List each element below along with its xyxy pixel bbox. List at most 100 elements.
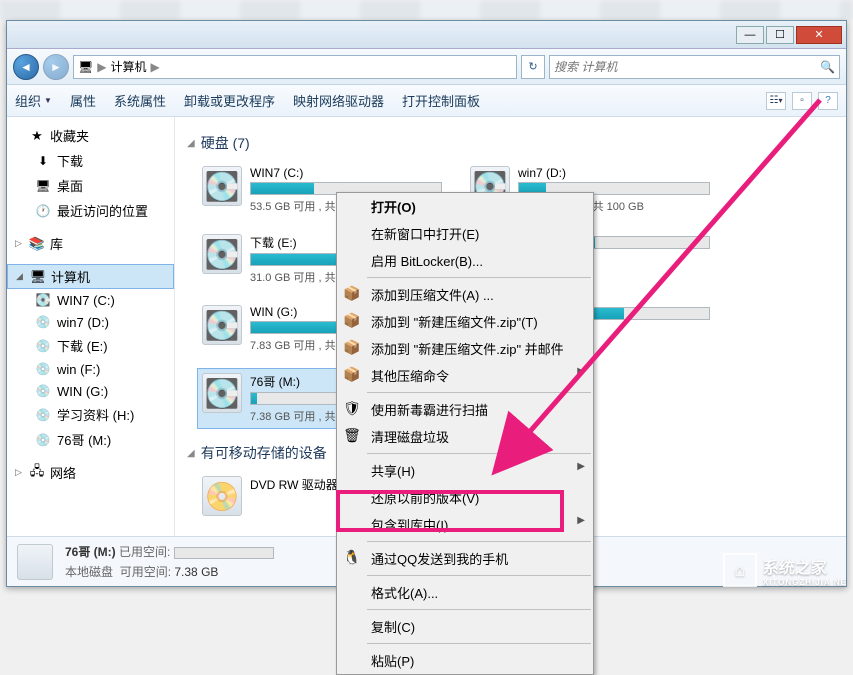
context-menu-separator bbox=[367, 541, 591, 542]
menu-item-label: 打开(O) bbox=[371, 200, 416, 215]
context-menu-item[interactable]: 包含到库中(I) ▶ bbox=[337, 511, 593, 538]
menu-item-label: 还原以前的版本(V) bbox=[371, 491, 479, 506]
sidebar-item-drive-e[interactable]: 💿下载 (E:) bbox=[7, 333, 174, 358]
context-menu-item[interactable]: 打开(O) bbox=[337, 193, 593, 220]
context-menu-item[interactable]: 📦 添加到 "新建压缩文件.zip"(T) bbox=[337, 308, 593, 335]
menu-item-label: 添加到压缩文件(A) ... bbox=[371, 288, 494, 303]
menu-item-label: 粘贴(P) bbox=[371, 654, 414, 669]
toolbar-uninstall[interactable]: 卸载或更改程序 bbox=[184, 91, 275, 110]
context-menu-item[interactable]: 🛡 使用新毒霸进行扫描 bbox=[337, 396, 593, 423]
menu-item-label: 清理磁盘垃圾 bbox=[371, 430, 449, 445]
sidebar-computer[interactable]: ◢🖥计算机 bbox=[7, 264, 174, 289]
menu-item-label: 格式化(A)... bbox=[371, 586, 438, 601]
sidebar-item-drive-d[interactable]: 💿win7 (D:) bbox=[7, 311, 174, 333]
minimize-button[interactable]: — bbox=[736, 26, 764, 44]
desktop-icon: 🖥 bbox=[35, 178, 51, 194]
menu-item-icon: 🛡 bbox=[343, 399, 361, 417]
context-menu-item[interactable]: 📦 其他压缩命令 ▶ bbox=[337, 362, 593, 389]
submenu-arrow-icon: ▶ bbox=[577, 366, 585, 377]
drive-icon: 💽 bbox=[35, 292, 51, 308]
context-menu: 打开(O)在新窗口中打开(E)启用 BitLocker(B)...📦添加到压缩文… bbox=[336, 192, 594, 675]
sidebar-favorites[interactable]: ★收藏夹 bbox=[7, 123, 174, 148]
menu-item-label: 共享(H) bbox=[371, 464, 415, 479]
view-options-button[interactable]: ☷▾ bbox=[766, 92, 786, 110]
menu-item-label: 添加到 "新建压缩文件.zip" 并邮件 bbox=[371, 342, 564, 357]
context-menu-separator bbox=[367, 453, 591, 454]
drive-icon bbox=[17, 544, 53, 580]
search-input[interactable] bbox=[554, 60, 820, 74]
breadcrumb-sep: ▶ bbox=[97, 60, 106, 74]
star-icon: ★ bbox=[29, 128, 45, 144]
recent-icon: 🕐 bbox=[35, 203, 51, 219]
menu-item-label: 其他压缩命令 bbox=[371, 369, 449, 384]
sidebar-item-recent[interactable]: 🕐最近访问的位置 bbox=[7, 198, 174, 223]
network-icon: 🖧 bbox=[29, 465, 45, 481]
sidebar-item-desktop[interactable]: 🖥桌面 bbox=[7, 173, 174, 198]
search-box[interactable]: 🔍 bbox=[549, 55, 840, 79]
context-menu-item[interactable]: 复制(C) bbox=[337, 613, 593, 640]
toolbar-system-properties[interactable]: 系统属性 bbox=[114, 91, 166, 110]
refresh-button[interactable]: ↻ bbox=[521, 55, 545, 79]
context-menu-item[interactable]: 📦 添加到 "新建压缩文件.zip" 并邮件 bbox=[337, 335, 593, 362]
breadcrumb[interactable]: 🖥 ▶ 计算机 ▶ bbox=[73, 55, 517, 79]
context-menu-item[interactable]: 共享(H)▶ bbox=[337, 457, 593, 484]
help-button[interactable]: ? bbox=[818, 92, 838, 110]
drive-icon: 💿 bbox=[35, 383, 51, 399]
computer-icon: 🖥 bbox=[30, 269, 46, 285]
menu-item-label: 包含到库中(I) bbox=[371, 518, 448, 533]
toolbar-control-panel[interactable]: 打开控制面板 bbox=[402, 91, 480, 110]
context-menu-separator bbox=[367, 609, 591, 610]
sidebar-item-drive-m[interactable]: 💿76哥 (M:) bbox=[7, 427, 174, 452]
context-menu-item[interactable]: 粘贴(P) bbox=[337, 647, 593, 674]
menu-item-label: 复制(C) bbox=[371, 620, 415, 635]
menu-item-icon: 📦 bbox=[343, 311, 361, 329]
drive-icon: 💽 bbox=[202, 166, 242, 206]
context-menu-item[interactable]: 🗑清理磁盘垃圾 bbox=[337, 423, 593, 450]
preview-pane-button[interactable]: ▫ bbox=[792, 92, 812, 110]
search-icon: 🔍 bbox=[820, 60, 835, 74]
drive-icon: 💽 bbox=[202, 234, 242, 274]
toolbar-organize[interactable]: 组织▼ bbox=[15, 91, 52, 110]
titlebar: — ☐ ✕ bbox=[7, 21, 846, 49]
toolbar: 组织▼ 属性 系统属性 卸载或更改程序 映射网络驱动器 打开控制面板 ☷▾ ▫ … bbox=[7, 85, 846, 117]
sidebar-item-drive-c[interactable]: 💽WIN7 (C:) bbox=[7, 289, 174, 311]
sidebar-item-drive-g[interactable]: 💿WIN (G:) bbox=[7, 380, 174, 402]
context-menu-item[interactable]: 还原以前的版本(V) bbox=[337, 484, 593, 511]
context-menu-separator bbox=[367, 575, 591, 576]
menu-item-icon: 📦 bbox=[343, 365, 361, 383]
drive-name: win7 (D:) bbox=[518, 166, 710, 180]
drive-icon: 💿 bbox=[35, 407, 51, 423]
sidebar-libraries[interactable]: ▷📚库 bbox=[7, 231, 174, 256]
computer-icon: 🖥 bbox=[78, 60, 93, 74]
context-menu-item[interactable]: 🐧通过QQ发送到我的手机 bbox=[337, 545, 593, 572]
sidebar-item-drive-f[interactable]: 💿win (F:) bbox=[7, 358, 174, 380]
context-menu-item[interactable]: 启用 BitLocker(B)... bbox=[337, 247, 593, 274]
library-icon: 📚 bbox=[29, 236, 45, 252]
house-icon: ⌂ bbox=[723, 553, 757, 587]
menu-item-label: 使用新毒霸进行扫描 bbox=[371, 403, 488, 418]
menu-item-icon: 🐧 bbox=[343, 548, 361, 566]
context-menu-item[interactable]: 📦添加到压缩文件(A) ... bbox=[337, 281, 593, 308]
submenu-arrow-icon: ▶ bbox=[577, 515, 585, 526]
sidebar-item-downloads[interactable]: ⬇下载 bbox=[7, 148, 174, 173]
context-menu-item[interactable]: 在新窗口中打开(E) bbox=[337, 220, 593, 247]
close-button[interactable]: ✕ bbox=[796, 26, 842, 44]
dvd-icon: 📀 bbox=[202, 476, 242, 516]
menu-item-label: 启用 BitLocker(B)... bbox=[371, 254, 483, 269]
watermark: ⌂ 系统之家XITONGZHIJIA.NE bbox=[723, 553, 847, 587]
maximize-button[interactable]: ☐ bbox=[766, 26, 794, 44]
drive-name: WIN7 (C:) bbox=[250, 166, 442, 180]
back-button[interactable]: ◄ bbox=[13, 54, 39, 80]
sidebar-network[interactable]: ▷🖧网络 bbox=[7, 460, 174, 485]
context-menu-separator bbox=[367, 392, 591, 393]
drive-icon: 💽 bbox=[202, 373, 242, 413]
menu-item-label: 添加到 "新建压缩文件.zip"(T) bbox=[371, 315, 538, 330]
group-header-hdd[interactable]: ◢硬盘 (7) bbox=[187, 133, 834, 153]
drive-icon: 💿 bbox=[35, 314, 51, 330]
toolbar-properties[interactable]: 属性 bbox=[70, 91, 96, 110]
sidebar-item-drive-h[interactable]: 💿学习资料 (H:) bbox=[7, 402, 174, 427]
forward-button[interactable]: ► bbox=[43, 54, 69, 80]
menu-item-icon: 📦 bbox=[343, 338, 361, 356]
toolbar-map-drive[interactable]: 映射网络驱动器 bbox=[293, 91, 384, 110]
breadcrumb-computer[interactable]: 计算机 bbox=[110, 58, 146, 75]
